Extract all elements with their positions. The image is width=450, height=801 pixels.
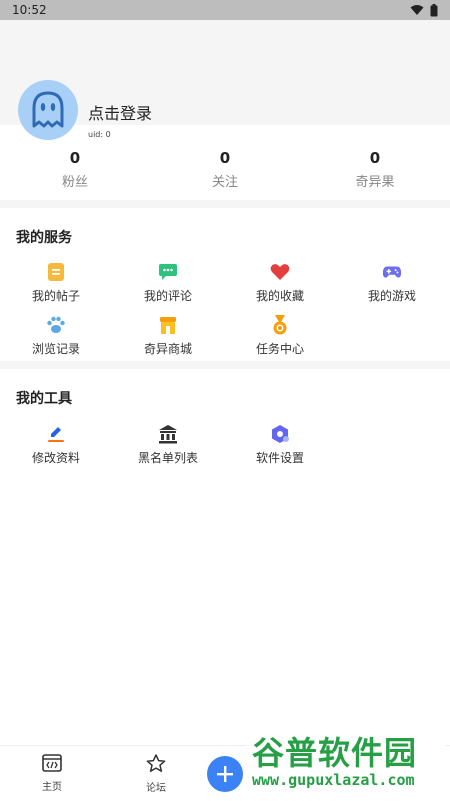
gamepad-icon bbox=[382, 266, 402, 278]
settings-icon bbox=[272, 425, 289, 443]
comment-icon bbox=[159, 264, 177, 280]
tool-edit-profile[interactable]: 修改资料 bbox=[0, 424, 112, 466]
service-label: 我的收藏 bbox=[255, 289, 304, 303]
service-my-comments[interactable]: 我的评论 bbox=[112, 262, 224, 304]
avatar[interactable] bbox=[18, 80, 78, 140]
tools-title: 我的工具 bbox=[16, 391, 72, 407]
tool-label: 黑名单列表 bbox=[137, 451, 198, 465]
login-prompt[interactable]: 点击登录 bbox=[88, 100, 152, 124]
stat-value: 0 bbox=[69, 149, 81, 167]
stat-kiwi[interactable]: 0 奇异果 bbox=[300, 148, 450, 190]
paw-icon bbox=[47, 316, 65, 333]
post-icon bbox=[48, 263, 64, 281]
nav-label: 主页 bbox=[42, 782, 62, 793]
tool-app-settings[interactable]: 软件设置 bbox=[224, 424, 336, 466]
heart-icon bbox=[270, 264, 290, 280]
service-label: 奇异商城 bbox=[143, 342, 192, 356]
services-title: 我的服务 bbox=[16, 230, 72, 246]
pen-icon bbox=[48, 427, 64, 442]
system-icons bbox=[410, 3, 438, 17]
service-label: 我的评论 bbox=[143, 289, 192, 303]
service-kiwi-shop[interactable]: 奇异商城 bbox=[112, 315, 224, 357]
medal-icon bbox=[273, 315, 287, 335]
stat-value: 0 bbox=[219, 149, 231, 167]
stat-value: 0 bbox=[369, 149, 381, 167]
plus-icon bbox=[217, 766, 233, 782]
service-my-games[interactable]: 我的游戏 bbox=[336, 262, 448, 304]
service-my-favorites[interactable]: 我的收藏 bbox=[224, 262, 336, 304]
nav-label: 论坛 bbox=[146, 783, 166, 794]
nav-forum[interactable]: 论坛 bbox=[126, 754, 186, 794]
status-bar: 10:52 bbox=[0, 0, 450, 20]
service-label: 任务中心 bbox=[255, 342, 304, 356]
stat-label: 奇异果 bbox=[355, 175, 395, 190]
service-task-center[interactable]: 任务中心 bbox=[224, 315, 336, 357]
stats-row: 0 粉丝 0 关注 0 奇异果 bbox=[0, 148, 450, 190]
service-browse-history[interactable]: 浏览记录 bbox=[0, 315, 112, 357]
wifi-icon bbox=[410, 5, 424, 15]
watermark-title: 谷普软件园 bbox=[252, 734, 418, 772]
tool-label: 软件设置 bbox=[255, 451, 304, 465]
create-post-button[interactable] bbox=[207, 756, 243, 792]
service-my-posts[interactable]: 我的帖子 bbox=[0, 262, 112, 304]
nav-home[interactable]: 主页 bbox=[22, 754, 82, 793]
tool-label: 修改资料 bbox=[31, 451, 80, 465]
section-divider bbox=[0, 200, 450, 208]
user-id: uid: 0 bbox=[88, 130, 111, 139]
tool-blacklist[interactable]: 黑名单列表 bbox=[112, 424, 224, 466]
star-icon bbox=[146, 754, 166, 772]
service-label: 浏览记录 bbox=[31, 342, 80, 356]
service-label: 我的帖子 bbox=[31, 289, 80, 303]
code-icon bbox=[42, 754, 62, 772]
ghost-icon bbox=[32, 91, 64, 128]
stat-following[interactable]: 0 关注 bbox=[150, 148, 300, 190]
watermark-url: www.gupuxlazal.com bbox=[252, 771, 415, 789]
status-time: 10:52 bbox=[12, 3, 47, 17]
battery-icon bbox=[430, 3, 438, 16]
watermark: 谷普软件园 www.gupuxlazal.com bbox=[246, 728, 446, 796]
stat-label: 关注 bbox=[211, 175, 238, 190]
stat-fans[interactable]: 0 粉丝 bbox=[0, 148, 150, 190]
stat-label: 粉丝 bbox=[61, 175, 88, 190]
section-divider bbox=[0, 361, 450, 369]
blacklist-icon bbox=[159, 425, 177, 444]
service-label: 我的游戏 bbox=[367, 289, 416, 303]
shop-icon bbox=[160, 317, 176, 334]
